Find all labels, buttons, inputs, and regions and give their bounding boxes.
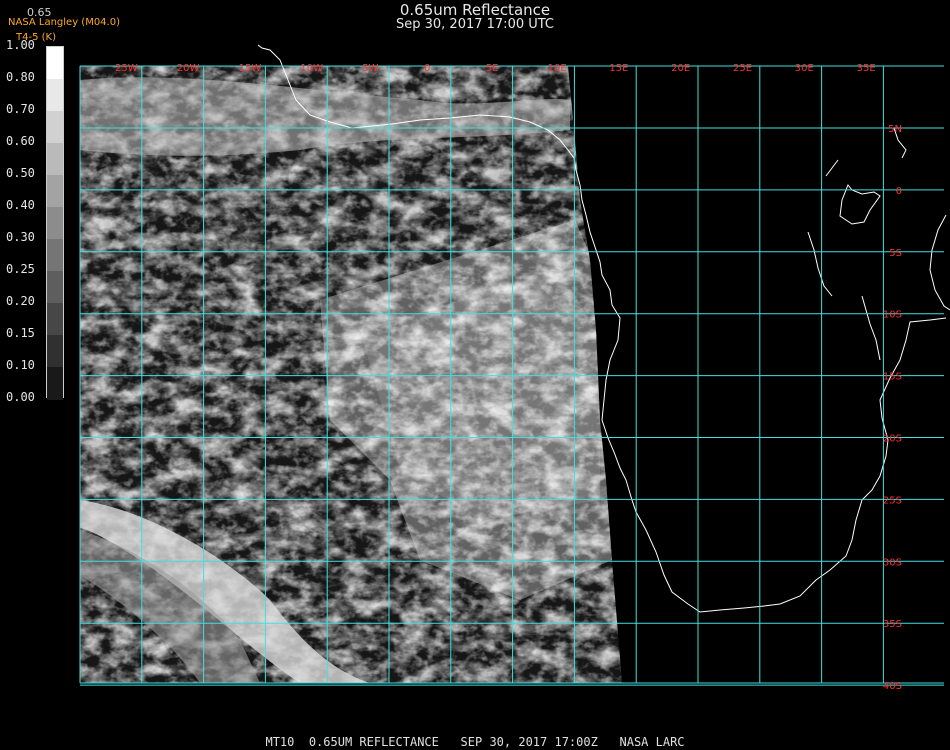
colorbar-segment xyxy=(47,79,63,112)
colorbar-segment xyxy=(47,271,63,304)
longitude-label: 15W xyxy=(239,63,262,74)
footer-caption: MT10 0.65UM REFLECTANCE SEP 30, 2017 17:… xyxy=(265,735,685,749)
latitude-label: 0 xyxy=(896,186,902,197)
longitude-label: 0 xyxy=(424,63,430,74)
colorbar-tick-label: 0.60 xyxy=(6,134,35,148)
colorbar-segment xyxy=(47,47,63,80)
latitude-label: 20S xyxy=(883,434,902,445)
longitude-label: 10E xyxy=(548,63,567,74)
colorbar-tick-label: 0.25 xyxy=(6,262,35,276)
colorbar-tick-label: 0.20 xyxy=(6,294,35,308)
colorbar-segment xyxy=(47,335,63,368)
longitude-label: 20W xyxy=(177,63,200,74)
map-timestamp: Sep 30, 2017 17:00 UTC xyxy=(395,17,555,32)
colorbar-segment xyxy=(47,303,63,336)
colorbar-segment xyxy=(47,175,63,208)
longitude-label: 5E xyxy=(486,63,499,74)
latitude-label: 25S xyxy=(883,495,902,506)
latitude-label: 40S xyxy=(883,681,902,692)
latitude-label: 35S xyxy=(883,619,902,630)
longitude-label: 25E xyxy=(733,63,752,74)
latitude-label: 30S xyxy=(883,557,902,568)
colorbar-tick-label: 0.40 xyxy=(6,198,35,212)
longitude-label: 35E xyxy=(857,63,876,74)
latitude-label: 5N xyxy=(888,124,902,135)
colorbar-segment xyxy=(47,239,63,272)
colorbar-tick-label: 1.00 xyxy=(6,38,35,52)
colorbar-segment xyxy=(47,367,63,400)
latitude-label: 5S xyxy=(889,248,902,259)
longitude-label: 5W xyxy=(362,63,378,74)
longitude-label: 25W xyxy=(115,63,138,74)
longitude-label: 15E xyxy=(609,63,628,74)
colorbar xyxy=(46,46,64,400)
colorbar-tick-label: 0.00 xyxy=(6,390,35,404)
longitude-label: 10W xyxy=(300,63,323,74)
longitude-label: 20E xyxy=(671,63,690,74)
colorbar-tick-label: 0.10 xyxy=(6,358,35,372)
longitude-label: 30E xyxy=(795,63,814,74)
latitude-label: 15S xyxy=(883,372,902,383)
colorbar-segment xyxy=(47,143,63,176)
colorbar-tick-label: 0.30 xyxy=(6,230,35,244)
latitude-label: 10S xyxy=(883,310,902,321)
colorbar-segment xyxy=(47,111,63,144)
colorbar-segment xyxy=(47,207,63,240)
colorbar-tick-label: 0.50 xyxy=(6,166,35,180)
colorbar-tick-label: 0.15 xyxy=(6,326,35,340)
colorbar-tick-label: 0.70 xyxy=(6,102,35,116)
colorbar-tick-label: 0.80 xyxy=(6,70,35,84)
satellite-map: 25W 20W 15W 10W 5W 0 5E 10E 15E 20E 25E 30E 35E 5N 0 5S… xyxy=(79,44,950,692)
satellite-imagery xyxy=(80,66,622,683)
